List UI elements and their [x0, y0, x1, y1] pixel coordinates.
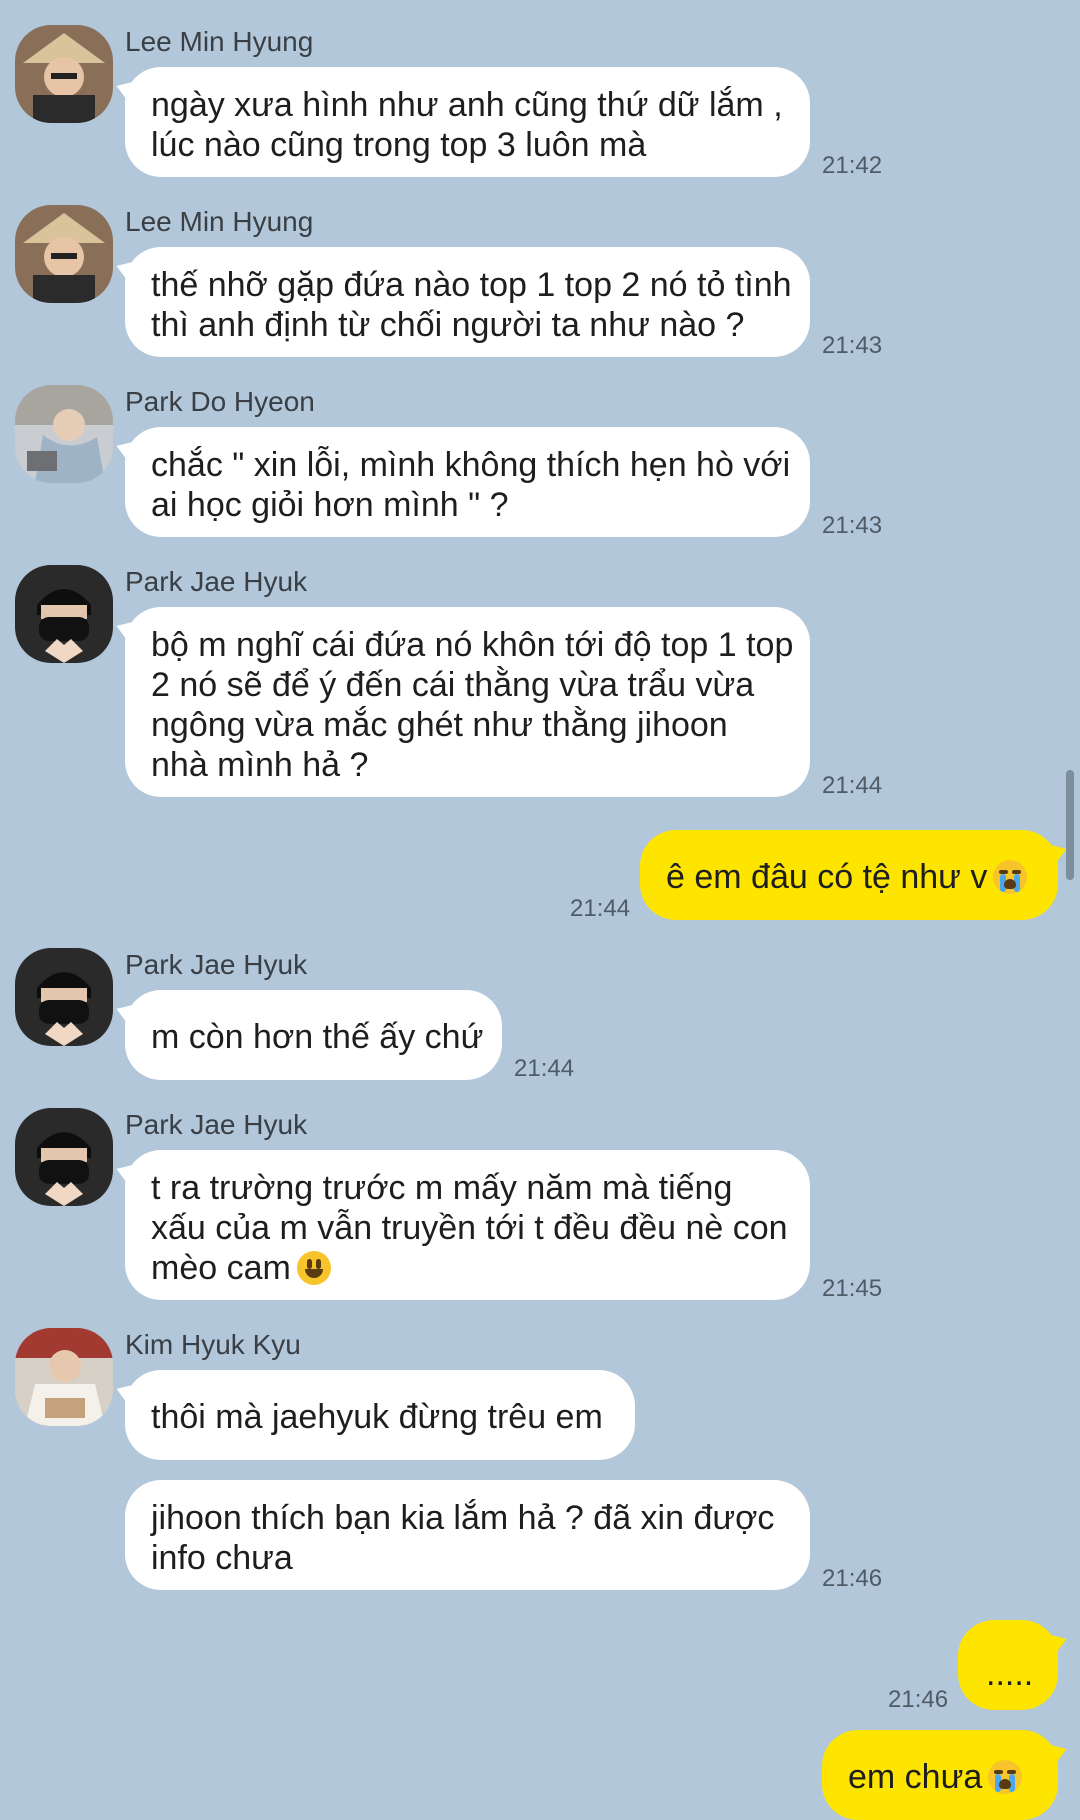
- avatar[interactable]: [15, 25, 113, 123]
- message-text: ngày xưa hình như anh cũng thứ dữ lắm ,: [151, 86, 783, 124]
- sender-name: Park Jae Hyuk: [125, 1109, 308, 1140]
- message-text: chắc " xin lỗi, mình không thích hẹn hò …: [151, 446, 791, 484]
- crying-face-emoji: [988, 1760, 1023, 1794]
- message-text: xấu của m vẫn truyền tới t đều đều nè co…: [151, 1209, 788, 1247]
- message-text: 2 nó sẽ để ý đến cái thằng vừa trẩu vừa: [151, 666, 755, 704]
- message-time: 21:43: [822, 332, 883, 359]
- avatar[interactable]: [15, 385, 113, 483]
- sender-name: Park Jae Hyuk: [125, 949, 308, 980]
- message-time: 21:44: [570, 895, 631, 922]
- sender-name: Park Do Hyeon: [125, 386, 315, 417]
- avatar[interactable]: [15, 565, 113, 663]
- message-text: lúc nào cũng trong top 3 luôn mà: [151, 126, 647, 164]
- message-text: thì anh định từ chối người ta như nào ?: [151, 306, 745, 344]
- crying-face-emoji: [993, 860, 1028, 894]
- message-text: em chưa: [848, 1758, 1023, 1796]
- sender-name: Kim Hyuk Kyu: [125, 1329, 301, 1360]
- incoming-message[interactable]: ngày xưa hình như anh cũng thứ dữ lắm , …: [125, 67, 810, 177]
- outgoing-message[interactable]: em chưa: [822, 1730, 1058, 1820]
- message-time: 21:46: [822, 1565, 883, 1592]
- message-text: jihoon thích bạn kia lắm hả ? đã xin đượ…: [151, 1499, 775, 1537]
- outgoing-message[interactable]: ê em đâu có tệ như v: [640, 830, 1058, 920]
- message-text: ai học giỏi hơn mình " ?: [151, 486, 509, 524]
- sender-name: Park Jae Hyuk: [125, 566, 308, 597]
- incoming-message[interactable]: bộ m nghĩ cái đứa nó khôn tới độ top 1 t…: [125, 607, 810, 797]
- incoming-message[interactable]: m còn hơn thế ấy chứ: [125, 990, 502, 1080]
- outgoing-message[interactable]: .....: [958, 1620, 1058, 1710]
- message-text: nhà mình hả ?: [151, 746, 369, 784]
- message-text: thôi mà jaehyuk đừng trêu em: [151, 1398, 603, 1436]
- sender-name: Lee Min Hyung: [125, 206, 314, 237]
- message-text: t ra trường trước m mấy năm mà tiếng: [151, 1169, 733, 1207]
- smiling-face-emoji: [296, 1251, 331, 1285]
- incoming-message[interactable]: thế nhỡ gặp đứa nào top 1 top 2 nó tỏ tì…: [125, 247, 810, 357]
- avatar[interactable]: [15, 1108, 113, 1206]
- message-text: ngông vừa mắc ghét như thằng jihoon: [151, 706, 728, 744]
- message-time: 21:42: [822, 152, 883, 179]
- incoming-message[interactable]: thôi mà jaehyuk đừng trêu em: [125, 1370, 635, 1460]
- message-time: 21:46: [888, 1686, 949, 1713]
- message-time: 21:43: [822, 512, 883, 539]
- message-text: info chưa: [151, 1539, 293, 1577]
- message-time: 21:45: [822, 1275, 883, 1302]
- avatar[interactable]: [15, 948, 113, 1046]
- message-text: ê em đâu có tệ như v: [666, 858, 1028, 896]
- message-text: bộ m nghĩ cái đứa nó khôn tới độ top 1 t…: [151, 626, 794, 664]
- message-text: thế nhỡ gặp đứa nào top 1 top 2 nó tỏ tì…: [151, 266, 792, 304]
- message-text: mèo cam: [151, 1248, 784, 1288]
- incoming-message[interactable]: jihoon thích bạn kia lắm hả ? đã xin đượ…: [125, 1480, 810, 1590]
- message-text: .....: [986, 1655, 1034, 1693]
- incoming-message[interactable]: chắc " xin lỗi, mình không thích hẹn hò …: [125, 427, 810, 537]
- sender-name: Lee Min Hyung: [125, 26, 314, 57]
- message-time: 21:44: [822, 772, 883, 799]
- avatar[interactable]: [15, 205, 113, 303]
- scrollbar-thumb[interactable]: [1066, 770, 1074, 880]
- incoming-message[interactable]: t ra trường trước m mấy năm mà tiếng xấu…: [125, 1150, 810, 1300]
- message-time: 21:44: [514, 1055, 575, 1082]
- message-text: m còn hơn thế ấy chứ: [151, 1018, 484, 1056]
- avatar[interactable]: [15, 1328, 113, 1426]
